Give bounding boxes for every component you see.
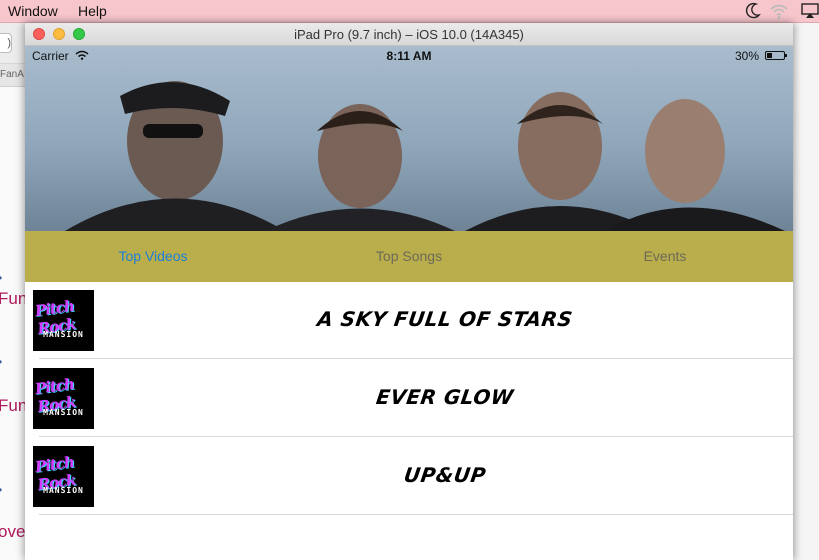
simulator-titlebar[interactable]: iPad Pro (9.7 inch) – iOS 10.0 (14A345) [25,23,793,46]
editor-toolbar-button[interactable]: ) [0,33,12,53]
simulator-window: iPad Pro (9.7 inch) – iOS 10.0 (14A345) [25,23,793,560]
status-time: 8:11 AM [386,49,432,63]
code-line[interactable]: ove [0,522,25,542]
thumbnail-caption: MANSION [43,408,84,417]
list-item[interactable]: Pitch Rock MANSION A SKY FULL OF STARS [25,282,793,359]
tab-top-videos[interactable]: Top Videos [25,231,281,282]
ios-status-bar: Carrier 8:11 AM 30% [25,46,793,66]
menu-window[interactable]: Window [8,3,58,19]
song-title: A SKY FULL OF STARS [315,307,575,331]
code-marker: • [0,483,2,497]
menu-help[interactable]: Help [78,3,107,19]
band-photo: Carrier 8:11 AM 30% [25,46,793,231]
tab-events[interactable]: Events [537,231,793,282]
song-title: UP&UP [402,463,488,487]
list-item[interactable]: Pitch Rock MANSION EVER GLOW [25,360,793,437]
album-thumbnail: Pitch Rock MANSION [33,290,94,351]
song-title: EVER GLOW [374,385,516,409]
code-line[interactable]: Fun [0,289,27,309]
battery-percent: 30% [734,49,759,63]
tab-top-songs[interactable]: Top Songs [281,231,537,282]
row-divider [39,514,793,515]
code-marker: • [0,355,2,369]
album-thumbnail: Pitch Rock MANSION [33,368,94,429]
wifi-icon[interactable] [769,2,789,20]
album-thumbnail: Pitch Rock MANSION [33,446,94,507]
moon-icon[interactable] [745,2,761,20]
row-divider [39,436,793,437]
airplay-icon[interactable] [801,2,819,20]
thumbnail-caption: MANSION [43,486,84,495]
row-divider [39,358,793,359]
menu-bar: Window Help [0,0,819,23]
simulator-title: iPad Pro (9.7 inch) – iOS 10.0 (14A345) [294,27,524,42]
code-line[interactable]: Fun [0,396,27,416]
thumbnail-caption: MANSION [43,330,84,339]
code-marker: • [0,271,2,285]
segment-tab-bar: Top Videos Top Songs Events [25,231,793,282]
device-screen: Carrier 8:11 AM 30% Top Videos Top Songs… [25,46,793,560]
band-photo-illustration [65,81,785,231]
list-item[interactable]: Pitch Rock MANSION UP&UP [25,438,793,515]
battery-icon [765,51,787,60]
